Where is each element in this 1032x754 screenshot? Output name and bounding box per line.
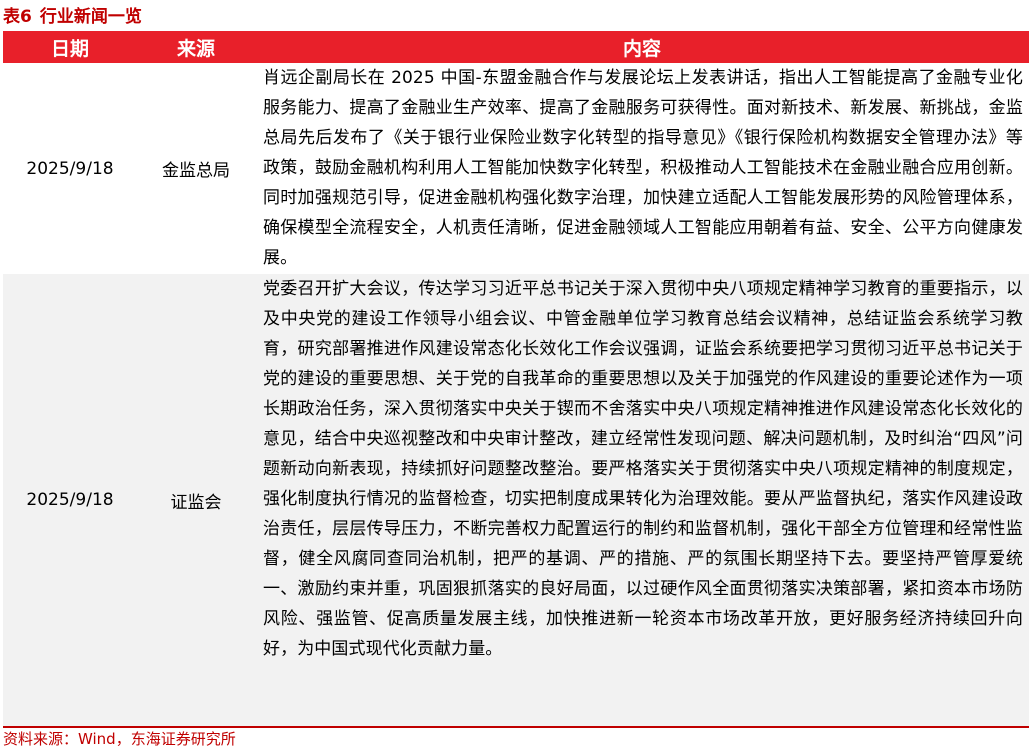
news-table: 日期 来源 内容 2025/9/18 金监总局 肖远企副局长在 2025 中国-…: [3, 31, 1029, 728]
table-number: 表6: [3, 7, 32, 27]
table-header-row: 日期 来源 内容: [3, 31, 1029, 63]
header-source: 来源: [176, 37, 215, 60]
row-content: 肖远企副局长在 2025 中国-东盟金融合作与发展论坛上发表讲话，指出人工智能提…: [263, 68, 1023, 268]
header-content: 内容: [622, 37, 661, 60]
row-date: 2025/9/18: [26, 158, 114, 179]
table-row: 2025/9/18 证监会 党委召开扩大会议，传达学习习近平总书记关于深入贯彻中…: [3, 274, 1029, 726]
header-date: 日期: [50, 37, 89, 60]
table-row: 2025/9/18 金监总局 肖远企副局长在 2025 中国-东盟金融合作与发展…: [3, 63, 1029, 274]
row-source: 证监会: [170, 492, 222, 513]
table-title-text: 行业新闻一览: [39, 7, 142, 27]
row-content: 党委召开扩大会议，传达学习习近平总书记关于深入贯彻中央八项规定精神学习教育的重要…: [263, 279, 1023, 659]
row-date: 2025/9/18: [26, 490, 114, 510]
source-note: 资料来源：Wind，东海证券研究所: [3, 730, 236, 748]
table-title: 表6 行业新闻一览: [3, 3, 142, 31]
row-source: 金监总局: [162, 161, 230, 181]
